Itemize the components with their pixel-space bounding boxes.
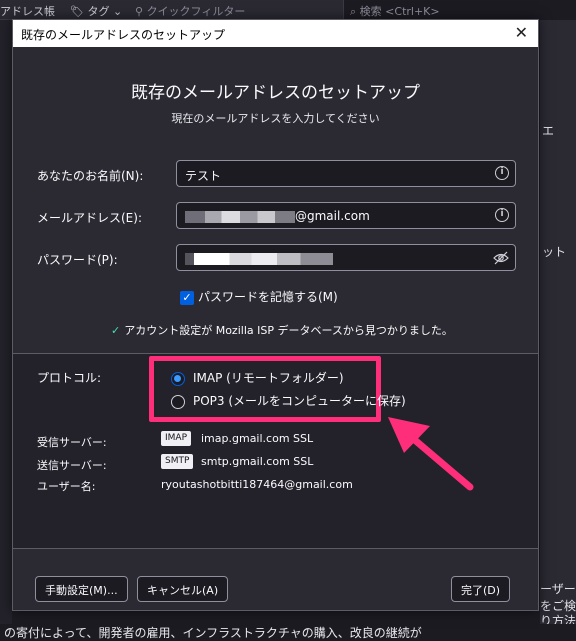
info-icon[interactable]: i (495, 208, 509, 222)
dialog-window-title: 既存のメールアドレスのセットアップ (21, 28, 226, 42)
name-field[interactable]: テスト i (176, 160, 516, 187)
bg-right-text-3: ーザーに (540, 582, 576, 596)
info-icon[interactable]: i (495, 166, 509, 180)
email-domain: @gmail.com (295, 209, 370, 223)
protocol-label: プロトコル: (37, 371, 102, 385)
remember-password-label: パスワードを記憶する(M) (198, 290, 338, 304)
search-box[interactable]: ⌕ 検索 <Ctrl+K> (343, 0, 576, 20)
incoming-server-label: 受信サーバー: (37, 436, 107, 449)
bg-right-text-1: エ (542, 124, 555, 138)
email-label: メールアドレス(E): (37, 211, 142, 225)
status-text: アカウント設定が Mozilla ISP データベースから見つかりました。 (124, 324, 453, 337)
imap-label: IMAP (リモートフォルダー) (193, 371, 344, 385)
outgoing-server-value: smtp.gmail.com SSL (201, 455, 314, 468)
incoming-server-value: imap.gmail.com SSL (201, 432, 314, 445)
redacted-password (185, 252, 333, 265)
username-value: ryoutashotbitti187464@gmail.com (161, 478, 353, 491)
background-donation-text: の寄付によって、開発者の雇用、インフラストラクチャの購入、改良の継続が (0, 624, 576, 641)
search-icon: ⌕ (350, 5, 357, 18)
password-field[interactable] (176, 244, 516, 271)
manual-config-button[interactable]: 手動設定(M)... (35, 576, 128, 602)
background-right-pane (540, 20, 576, 640)
configuration-panel: プロトコル: IMAP (リモートフォルダー) POP3 (メールをコンピュータ… (13, 353, 538, 549)
account-setup-dialog: 既存のメールアドレスのセットアップ ✕ 既存のメールアドレスのセットアップ 現在… (12, 19, 539, 611)
status-message: ✓ アカウント設定が Mozilla ISP データベースから見つかりました。 (111, 322, 453, 338)
redacted-email-user (185, 210, 295, 223)
password-label: パスワード(P): (37, 253, 118, 267)
dialog-titlebar: 既存のメールアドレスのセットアップ ✕ (13, 20, 538, 47)
cancel-button[interactable]: キャンセル(A) (137, 576, 229, 602)
eye-off-icon[interactable] (493, 251, 509, 265)
radio-unselected-icon (171, 394, 185, 409)
search-label: 検索 <Ctrl+K> (359, 5, 440, 18)
remember-password-checkbox[interactable]: ✓ パスワードを記憶する(M) (180, 288, 338, 305)
annotation-highlight-box (149, 356, 381, 422)
protocol-imap-radio[interactable]: IMAP (リモートフォルダー) (171, 369, 344, 386)
radio-selected-icon (171, 371, 185, 386)
done-button[interactable]: 完了(D) (451, 576, 511, 602)
name-label: あなたのお名前(N): (37, 169, 144, 183)
background-left-pane (0, 20, 12, 640)
username-label: ユーザー名: (37, 480, 96, 493)
page-subtitle: 現在のメールアドレスを入力してください (171, 112, 380, 125)
tag-label: タグ (87, 5, 110, 18)
page-title: 既存のメールアドレスのセットアップ (131, 83, 420, 103)
protocol-pop3-radio[interactable]: POP3 (メールをコンピューターに保存) (171, 392, 406, 409)
success-check-icon: ✓ (111, 324, 121, 337)
quick-filter-label: クイックフィルター (146, 5, 246, 18)
close-icon[interactable]: ✕ (515, 23, 528, 42)
incoming-type-badge: IMAP (161, 431, 192, 446)
outgoing-type-badge: SMTP (161, 454, 194, 469)
name-value: テスト (185, 169, 222, 183)
checkmark-icon: ✓ (180, 290, 194, 305)
pop3-label: POP3 (メールをコンピューターに保存) (193, 394, 406, 408)
quick-filter[interactable]: ⚲ クイックフィルター (135, 3, 245, 19)
outgoing-server-label: 送信サーバー: (37, 459, 107, 472)
email-field[interactable]: @gmail.com i (176, 202, 516, 229)
address-book-label[interactable]: アドレス帳 (0, 3, 55, 19)
tag-menu[interactable]: 🏷 タグ ⌄ (70, 3, 122, 19)
background-toolbar: アドレス帳 🏷 タグ ⌄ ⚲ クイックフィルター ⌕ 検索 <Ctrl+K> (0, 0, 576, 20)
bg-right-text-2: ット (542, 245, 567, 259)
